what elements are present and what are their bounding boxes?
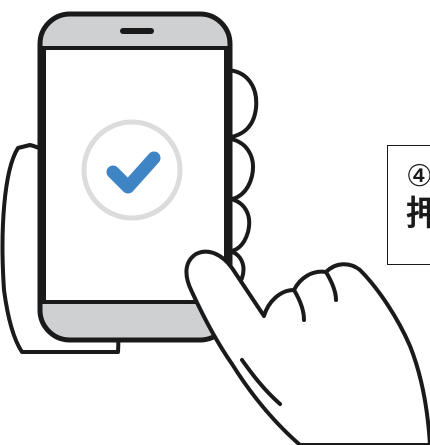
check-ring: [81, 119, 183, 221]
step-label-box: ④ 押: [387, 145, 430, 265]
speaker-slot: [120, 28, 154, 34]
phone-in-hand-illustration: [0, 11, 430, 445]
step-number: ④: [406, 159, 430, 194]
illustration-stage: ④ 押: [0, 0, 430, 445]
step-text: 押: [406, 194, 430, 234]
pointing-hand: [184, 249, 430, 445]
